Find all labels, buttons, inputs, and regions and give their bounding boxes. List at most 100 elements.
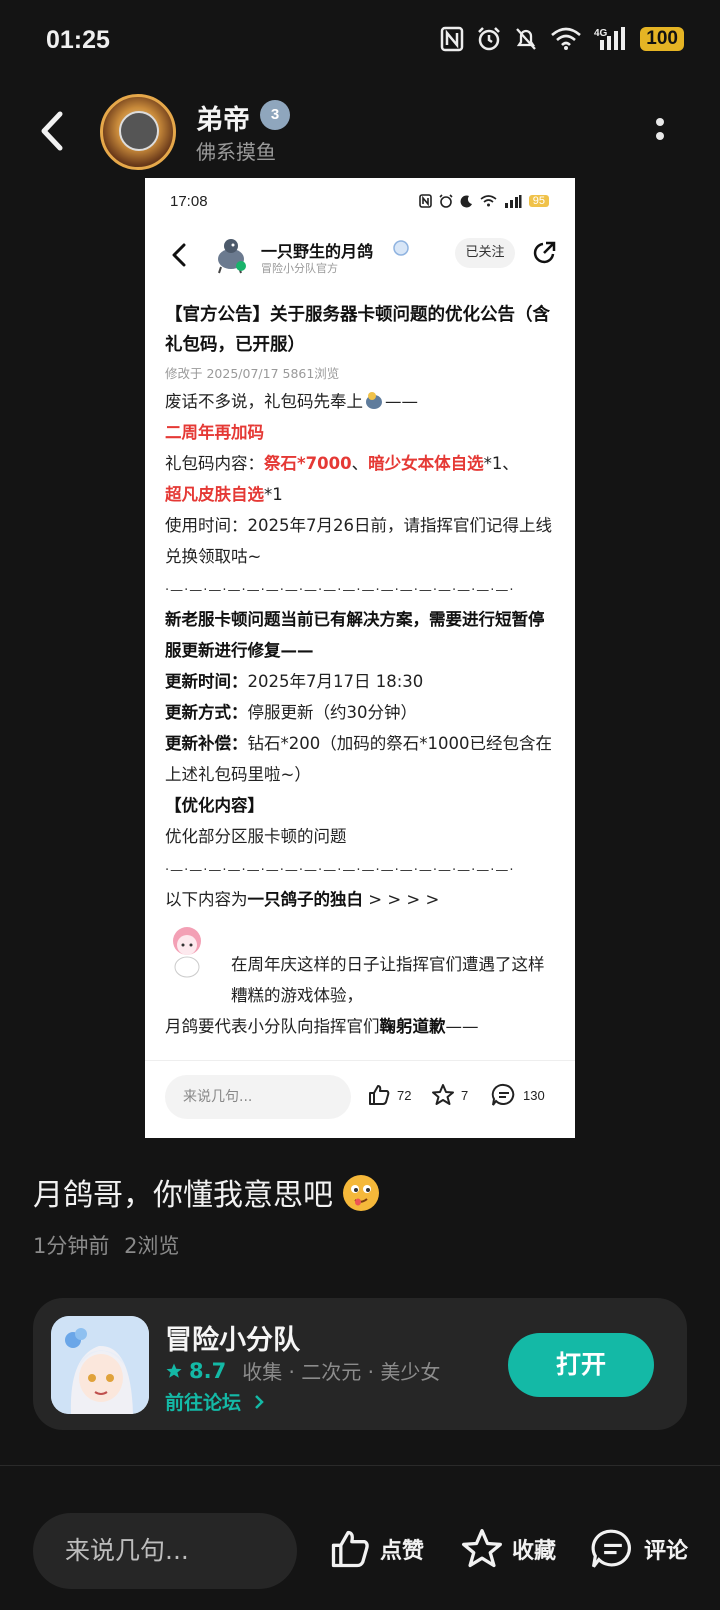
gift-line: 礼包码内容：祭石*7000、暗少女本体自选*1、 超凡皮肤自选*1 xyxy=(165,448,555,510)
moon-icon xyxy=(460,194,472,207)
user-avatar[interactable] xyxy=(100,94,176,170)
image-follow-button: 已关注 xyxy=(455,238,515,268)
post-image[interactable]: 17:08 95 一只野生的月鸽 冒险小分队官方 已关注 【官方公告】关于服务器… xyxy=(145,178,575,1138)
signal-icon: 4G xyxy=(594,27,626,50)
server-heading: 新老服卡顿问题当前已有解决方案，需要进行短暂停服更新进行修复—— xyxy=(165,610,545,660)
intro-tail: —— xyxy=(385,392,418,411)
signal-icon xyxy=(504,194,522,208)
game-name: 冒险小分队 xyxy=(165,1325,300,1356)
favorites-count: 7 xyxy=(461,1087,469,1103)
alarm-icon xyxy=(439,194,453,208)
svg-text:4G: 4G xyxy=(594,28,608,39)
extra-code-text: 二周年再加码 xyxy=(165,423,264,442)
star-icon xyxy=(166,1363,182,1378)
post-time: 1分钟前 xyxy=(33,1234,110,1258)
monologue-prefix: 以下内容为 xyxy=(165,890,248,909)
gift-item: 超凡皮肤自选 xyxy=(165,485,264,504)
update-time-line: 更新时间：2025年7月17日 18:30 xyxy=(165,666,555,697)
gift-item: 祭石*7000 xyxy=(264,454,352,473)
monologue-line: 以下内容为一只鸽子的独白 > > > > xyxy=(165,884,555,915)
image-post-title: 【官方公告】关于服务器卡顿问题的优化公告（含礼包码，已开服） xyxy=(165,305,550,355)
forum-link[interactable]: 前往论坛 xyxy=(165,1388,266,1415)
gift-prefix: 礼包码内容： xyxy=(165,454,264,473)
mute-icon xyxy=(516,28,537,50)
star-icon xyxy=(432,1084,454,1105)
update-time-label: 更新时间： xyxy=(165,672,248,691)
game-tags: 收集 · 二次元 · 美少女 xyxy=(242,1360,441,1384)
like-label: 点赞 xyxy=(380,1539,425,1564)
divider-dashes: ·—·—·—·—·—·—·—·—·—·—·—·—·—·—·—·—·—·—· xyxy=(165,863,515,878)
status-icons: 4G 100 xyxy=(440,26,684,52)
chevron-left-icon xyxy=(41,111,63,151)
thumbs-up-icon xyxy=(331,1530,369,1568)
star-icon xyxy=(462,1529,502,1568)
image-author-name: 一只野生的月鸽 xyxy=(261,242,374,261)
image-post-meta: 修改于 2025/07/17 5861浏览 xyxy=(165,366,340,381)
comments-count: 130 xyxy=(523,1087,545,1103)
open-game-button[interactable]: 打开 xyxy=(508,1333,654,1397)
opt-heading: 【优化内容】 xyxy=(165,796,264,815)
update-method-value: 停服更新（约30分钟） xyxy=(247,703,418,722)
more-dot-icon xyxy=(656,118,664,126)
use-time-text: 使用时间：2025年7月26日前，请指挥官们记得上线兑换领取咕~ xyxy=(165,516,552,566)
opt-content: 优化部分区服卡顿的问题 xyxy=(165,827,347,846)
level-badge: 3 xyxy=(260,100,290,130)
gift-item: 暗少女本体自选 xyxy=(368,454,484,473)
wifi-icon xyxy=(480,195,497,207)
favorite-label: 收藏 xyxy=(512,1539,557,1564)
post-caption: 月鸽哥，你懂我意思吧 xyxy=(33,1170,379,1214)
alarm-icon xyxy=(478,27,501,51)
image-comment-action: 130 xyxy=(491,1083,545,1107)
post-views: 2浏览 xyxy=(124,1234,180,1258)
likes-count: 72 xyxy=(397,1087,412,1103)
comment-button[interactable]: 评论 xyxy=(590,1527,688,1571)
post-header: 弟帝 3 佛系摸鱼 xyxy=(0,88,720,176)
image-favorite-action: 7 xyxy=(431,1083,468,1107)
caption-text: 月鸽哥，你懂我意思吧 xyxy=(33,1178,333,1213)
game-card[interactable]: 冒险小分队 8.7 收集 · 二次元 · 美少女 前往论坛 打开 xyxy=(33,1298,687,1430)
monologue-bold: 一只鸽子的独白 xyxy=(247,890,364,909)
image-comment-input: 来说几句... xyxy=(165,1075,351,1119)
nfc-icon xyxy=(418,194,432,208)
update-comp-label: 更新补偿： xyxy=(165,734,248,753)
avatar-character xyxy=(119,111,159,151)
pigeon-avatar-icon xyxy=(218,239,246,274)
back-button[interactable] xyxy=(32,106,72,156)
pigeon-sticker-icon xyxy=(366,392,382,409)
comment-label: 评论 xyxy=(644,1539,689,1564)
update-method-line: 更新方式：停服更新（约30分钟） xyxy=(165,697,555,728)
comment-input[interactable]: 来说几句... xyxy=(33,1513,297,1589)
image-post-body: 【官方公告】关于服务器卡顿问题的优化公告（含礼包码，已开服） 修改于 2025/… xyxy=(165,300,555,1042)
divider xyxy=(0,1465,720,1466)
game-rating: 8.7 xyxy=(189,1358,227,1383)
image-status-icons: 95 xyxy=(418,194,549,208)
image-post-header: 一只野生的月鸽 冒险小分队官方 已关注 xyxy=(145,228,575,288)
image-bottom-bar: 来说几句... 72 7 130 xyxy=(145,1060,575,1138)
share-icon xyxy=(533,241,556,264)
sticker-row xyxy=(165,925,555,979)
battery-indicator: 100 xyxy=(640,27,684,51)
favorite-button[interactable]: 收藏 xyxy=(460,1527,556,1571)
para2-prefix: 月鸽要代表小分队向指挥官们 xyxy=(165,1017,380,1036)
verified-icon xyxy=(393,240,409,256)
update-comp-line: 更新补偿：钻石*200（加码的祭石*1000已经包含在上述礼包码里啦~） xyxy=(165,728,555,790)
nfc-icon xyxy=(441,26,464,52)
more-options-button[interactable] xyxy=(652,112,668,152)
status-bar: 01:25 4G 100 xyxy=(0,0,720,86)
image-status-time: 17:08 xyxy=(170,193,208,210)
status-time: 01:25 xyxy=(46,26,110,54)
gift-tail: *1、 xyxy=(483,454,519,473)
wifi-icon xyxy=(551,27,582,50)
image-author-subtitle: 冒险小分队官方 xyxy=(261,262,338,275)
forum-link-label: 前往论坛 xyxy=(165,1392,242,1414)
more-dot-icon xyxy=(656,132,664,140)
like-button[interactable]: 点赞 xyxy=(328,1527,424,1571)
image-line-intro: 废话不多说，礼包码先奉上 —— xyxy=(165,386,555,417)
smirk-emoji-icon xyxy=(342,1175,379,1211)
game-app-icon xyxy=(51,1316,149,1414)
user-name[interactable]: 弟帝 xyxy=(196,98,250,137)
image-like-action: 72 xyxy=(367,1083,411,1107)
image-battery: 95 xyxy=(528,195,549,207)
apology-para-2: 月鸽要代表小分队向指挥官们鞠躬道歉—— xyxy=(165,1011,555,1042)
intro-text: 废话不多说，礼包码先奉上 xyxy=(165,392,363,411)
